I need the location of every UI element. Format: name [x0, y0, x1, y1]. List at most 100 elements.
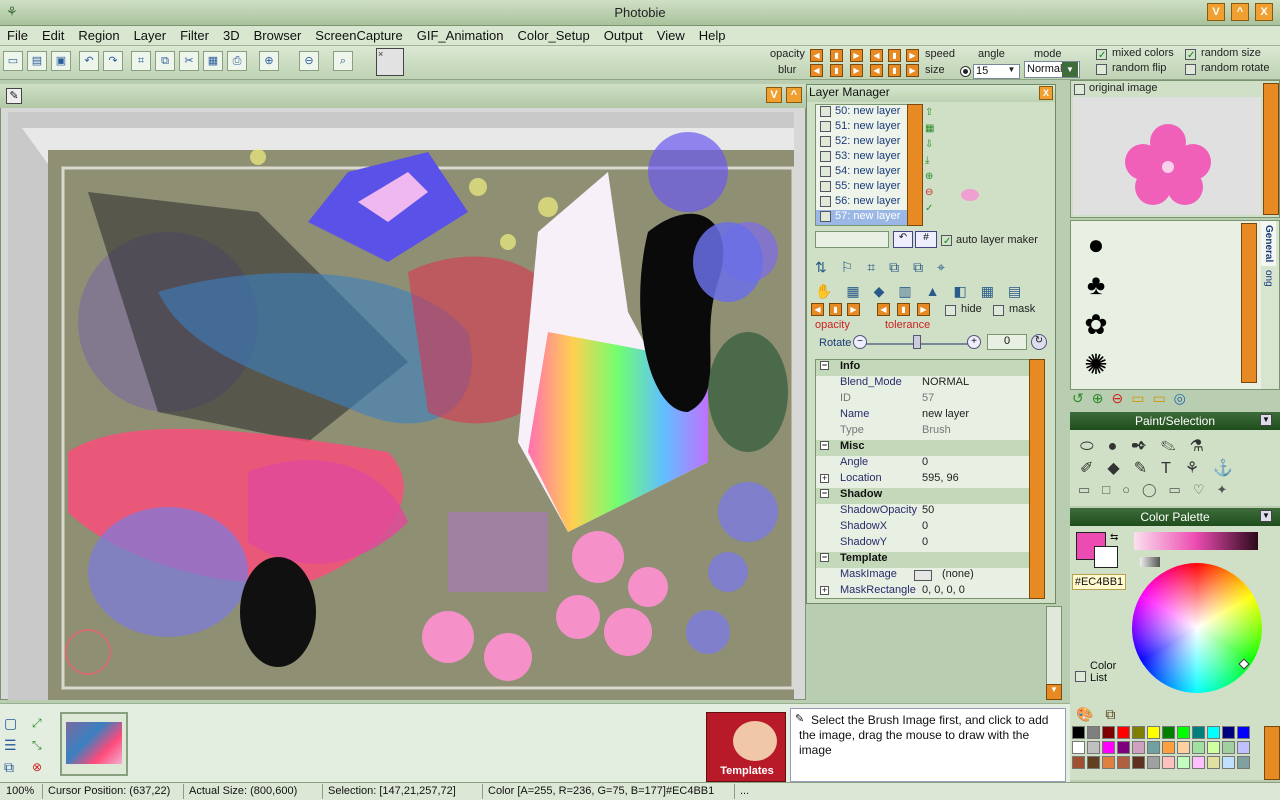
- palette-swatch[interactable]: [1237, 726, 1250, 739]
- palette-swatch[interactable]: [1192, 741, 1205, 754]
- tolerance-left-icon[interactable]: ◀: [877, 303, 890, 316]
- copy-icon[interactable]: ⧉: [155, 51, 175, 71]
- palette-swatch[interactable]: [1162, 741, 1175, 754]
- property-row[interactable]: ShadowY 0: [816, 536, 1036, 552]
- canvas-minimize-button[interactable]: V: [766, 87, 782, 103]
- templates-button[interactable]: Templates: [706, 712, 786, 782]
- menu-screencapture[interactable]: ScreenCapture: [308, 26, 409, 43]
- delete-thumb-icon[interactable]: ⊗: [32, 756, 42, 778]
- opacity-slider[interactable]: ▮: [830, 49, 843, 62]
- layer-visibility-checkbox[interactable]: [820, 150, 831, 162]
- paste-icon[interactable]: ▦: [203, 51, 223, 71]
- palette-scrollbar[interactable]: [1264, 726, 1280, 780]
- cut-icon[interactable]: ✂: [179, 51, 199, 71]
- collapse-icon[interactable]: −: [820, 441, 829, 450]
- property-scrollbar[interactable]: [1029, 359, 1045, 599]
- layer-item-selected[interactable]: 57: new layer: [816, 210, 912, 225]
- layer-item[interactable]: 54: new layer: [816, 165, 912, 180]
- palette-swatch[interactable]: [1117, 741, 1130, 754]
- palette-swatch[interactable]: [1177, 741, 1190, 754]
- flower-brush-icon[interactable]: ✿: [1077, 305, 1115, 345]
- expand-icon[interactable]: +: [820, 586, 829, 595]
- star-brush-icon[interactable]: ✺: [1077, 345, 1115, 385]
- tulip-brush-icon[interactable]: ♣: [1077, 265, 1115, 305]
- layer-item[interactable]: 53: new layer: [816, 150, 912, 165]
- rotate-reset-icon[interactable]: ↻: [1031, 334, 1047, 350]
- remove-layer-icon[interactable]: ⊖: [925, 185, 939, 201]
- layer-tools[interactable]: ⇅⚐⌗⧉⧉⌖ ✋▦◆▥▲◧▦▤: [815, 255, 1053, 305]
- palette-swatch[interactable]: [1117, 726, 1130, 739]
- random-rotate-checkbox[interactable]: [1185, 64, 1196, 75]
- palette-swatch[interactable]: [1087, 741, 1100, 754]
- palette-swatch[interactable]: [1132, 741, 1145, 754]
- property-row[interactable]: ShadowX 0: [816, 520, 1036, 536]
- zoom-icon[interactable]: ⊕: [259, 51, 279, 71]
- brush-edit-icon[interactable]: ✎: [6, 88, 22, 104]
- palette-swatch[interactable]: [1222, 726, 1235, 739]
- palette-swatch[interactable]: [1177, 756, 1190, 769]
- maximize-button[interactable]: ^: [1231, 3, 1249, 21]
- collapse-icon[interactable]: ⤡: [32, 734, 42, 756]
- folder-open-icon[interactable]: ▭: [1152, 390, 1173, 406]
- zoom-out-icon[interactable]: ⊖: [299, 51, 319, 71]
- original-scrollbar[interactable]: [1263, 83, 1279, 215]
- palette-tools[interactable]: 🎨⧉: [1076, 706, 1127, 723]
- shade-slider[interactable]: [1134, 532, 1258, 550]
- paint-tool-row-1[interactable]: ⬭●✒✎⚗: [1070, 430, 1280, 456]
- palette-swatch[interactable]: [1162, 756, 1175, 769]
- property-row[interactable]: Type Brush: [816, 424, 1036, 440]
- crop-icon[interactable]: ⌗: [131, 51, 151, 71]
- save-icon[interactable]: ▣: [51, 51, 71, 71]
- palette-swatch[interactable]: [1087, 726, 1100, 739]
- list-view-icon[interactable]: ☰: [4, 734, 17, 756]
- palette-swatch[interactable]: [1132, 726, 1145, 739]
- palette-swatch[interactable]: [1207, 726, 1220, 739]
- mask-checkbox[interactable]: [993, 305, 1004, 316]
- palette-swatch[interactable]: [1072, 741, 1085, 754]
- palette-swatch[interactable]: [1147, 741, 1160, 754]
- palette-collapse-icon[interactable]: ▼: [1260, 510, 1272, 522]
- layer-item[interactable]: 51: new layer: [816, 120, 912, 135]
- paint-collapse-icon[interactable]: ▼: [1260, 414, 1272, 426]
- blur-slider[interactable]: ▮: [830, 64, 843, 77]
- color-wheel[interactable]: [1132, 563, 1262, 693]
- property-row[interactable]: Name new layer: [816, 408, 1036, 424]
- document-thumbnail[interactable]: [60, 712, 128, 776]
- palette-swatch[interactable]: [1102, 756, 1115, 769]
- menu-browser[interactable]: Browser: [247, 26, 309, 43]
- palette-swatch[interactable]: [1102, 741, 1115, 754]
- palette-swatch[interactable]: [1132, 756, 1145, 769]
- property-row[interactable]: Angle 0: [816, 456, 1036, 472]
- palette-swatch[interactable]: [1237, 756, 1250, 769]
- palette-swatch[interactable]: [1162, 726, 1175, 739]
- blur-right-arrow-icon[interactable]: ▶: [850, 64, 863, 77]
- menu-edit[interactable]: Edit: [35, 26, 71, 43]
- palette-swatch[interactable]: [1147, 726, 1160, 739]
- menu-filter[interactable]: Filter: [173, 26, 216, 43]
- layer-visibility-checkbox[interactable]: [820, 135, 831, 147]
- close-button[interactable]: X: [1255, 3, 1273, 21]
- random-size-checkbox[interactable]: [1185, 49, 1196, 60]
- mixed-colors-checkbox[interactable]: [1096, 49, 1107, 60]
- menu-layer[interactable]: Layer: [127, 26, 174, 43]
- size-left-arrow-icon[interactable]: ◀: [870, 64, 883, 77]
- layer-up-icon[interactable]: ⇧: [925, 105, 939, 121]
- expand-icon[interactable]: ⤢: [32, 712, 42, 734]
- apply-layer-icon[interactable]: ✓: [925, 201, 939, 217]
- menu-region[interactable]: Region: [71, 26, 126, 43]
- palette-swatch[interactable]: [1117, 756, 1130, 769]
- menu-help[interactable]: Help: [692, 26, 733, 43]
- layer-visibility-checkbox[interactable]: [820, 120, 831, 132]
- layer-visibility-checkbox[interactable]: [820, 180, 831, 192]
- cascade-view-icon[interactable]: ⧉: [4, 756, 17, 778]
- brush-list[interactable]: ● ♣ ✿ ✺: [1077, 225, 1115, 385]
- tab-ong[interactable]: ong: [1261, 266, 1276, 291]
- angle-radio[interactable]: [960, 66, 971, 77]
- property-section[interactable]: − Info: [816, 360, 1036, 376]
- property-row[interactable]: ID 57: [816, 392, 1036, 408]
- scroll-down-icon[interactable]: ▼: [1046, 684, 1062, 700]
- layer-list-scrollbar[interactable]: [907, 104, 923, 226]
- refresh-icon[interactable]: ↺: [1072, 390, 1092, 406]
- palette-swatch[interactable]: [1207, 741, 1220, 754]
- color-hex-value[interactable]: #EC4BB1: [1072, 574, 1126, 590]
